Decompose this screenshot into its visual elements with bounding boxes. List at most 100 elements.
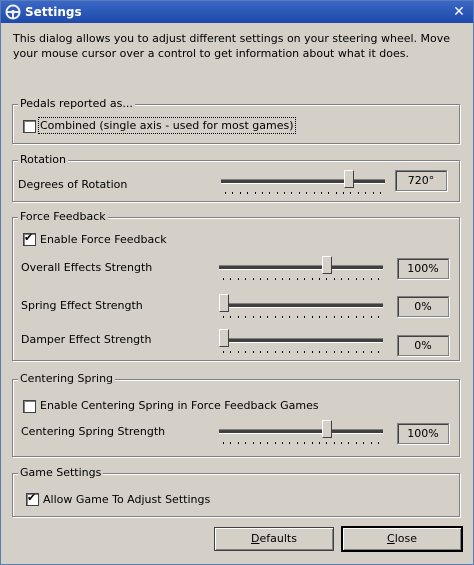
- slider-tick: [269, 192, 271, 194]
- slider-tick: [363, 278, 365, 280]
- slider-tick: [296, 442, 298, 444]
- slider-tick: [357, 192, 359, 194]
- slider-tick: [223, 316, 224, 318]
- slider-tick: [296, 316, 298, 318]
- enable-force-feedback-label[interactable]: Enable Force Feedback: [40, 233, 167, 246]
- slider-tick: [259, 351, 261, 353]
- force-feedback-group: Force Feedback ✔ Enable Force Feedback O…: [12, 210, 460, 361]
- spring-effect-strength-label: Spring Effect Strength: [21, 299, 143, 312]
- checkmark-icon: ✔: [27, 491, 37, 504]
- slider-tick: [318, 316, 320, 318]
- slider-tick: [348, 351, 350, 353]
- slider-tick: [333, 351, 335, 353]
- slider-tick: [370, 316, 372, 318]
- slider-tick: [348, 442, 350, 444]
- slider-tick: [311, 442, 313, 444]
- slider-tick: [296, 278, 298, 280]
- spring-effect-strength-slider[interactable]: [219, 293, 383, 319]
- combined-pedals-label[interactable]: Combined (single axis - used for most ga…: [38, 117, 296, 134]
- slider-tick: [230, 278, 232, 280]
- damper-effect-strength-slider[interactable]: [219, 328, 383, 354]
- slider-tick: [237, 316, 239, 318]
- slider-tick: [225, 192, 226, 194]
- slider-tick: [252, 351, 254, 353]
- close-icon[interactable]: ✕: [449, 3, 469, 21]
- slider-thumb[interactable]: [344, 170, 354, 192]
- damper-effect-strength-label: Damper Effect Strength: [21, 333, 152, 346]
- slider-tick: [326, 351, 328, 353]
- slider-tick: [370, 278, 372, 280]
- slider-ticks: [223, 351, 379, 355]
- defaults-button-label: Defaults: [251, 532, 297, 545]
- slider-tick: [370, 442, 372, 444]
- slider-tick: [232, 192, 234, 194]
- slider-ticks: [225, 192, 381, 196]
- allow-game-adjust-label[interactable]: Allow Game To Adjust Settings: [43, 493, 210, 506]
- enable-centering-spring-label[interactable]: Enable Centering Spring in Force Feedbac…: [40, 399, 319, 412]
- slider-tick: [237, 351, 239, 353]
- slider-tick: [363, 351, 365, 353]
- slider-tick: [223, 278, 224, 280]
- slider-thumb[interactable]: [322, 256, 332, 278]
- slider-tick: [276, 192, 278, 194]
- slider-tick: [335, 192, 337, 194]
- slider-tick: [341, 316, 342, 318]
- slider-tick: [223, 442, 224, 444]
- title-bar[interactable]: Settings ✕: [1, 1, 473, 23]
- slider-tick: [365, 192, 367, 194]
- slider-tick: [377, 316, 379, 318]
- slider-tick: [318, 278, 320, 280]
- centering-spring-strength-label: Centering Spring Strength: [21, 425, 166, 438]
- slider-thumb[interactable]: [219, 329, 229, 351]
- slider-tick: [298, 192, 300, 194]
- degrees-of-rotation-slider[interactable]: [221, 169, 385, 195]
- slider-tick: [267, 278, 269, 280]
- combined-pedals-checkbox[interactable]: [23, 120, 36, 133]
- pedals-group-title: Pedals reported as...: [18, 97, 135, 110]
- slider-tick: [261, 192, 263, 194]
- slider-tick: [247, 192, 249, 194]
- slider-tick: [259, 278, 261, 280]
- slider-tick: [370, 351, 372, 353]
- slider-track: [219, 338, 383, 343]
- slider-tick: [328, 192, 330, 194]
- degrees-of-rotation-value: 720°: [395, 170, 447, 191]
- steering-wheel-icon: [5, 4, 21, 20]
- slider-tick: [350, 192, 352, 194]
- slider-tick: [304, 278, 306, 280]
- close-button[interactable]: Close: [342, 527, 462, 551]
- slider-track: [221, 179, 385, 184]
- slider-tick: [304, 351, 306, 353]
- overall-effects-strength-label: Overall Effects Strength: [21, 261, 153, 274]
- slider-ticks: [223, 316, 379, 320]
- slider-tick: [254, 192, 256, 194]
- slider-tick: [274, 278, 276, 280]
- pedals-group: Pedals reported as... Combined (single a…: [12, 97, 460, 144]
- slider-tick: [304, 316, 306, 318]
- defaults-button[interactable]: Defaults: [214, 527, 334, 551]
- slider-tick: [282, 442, 283, 444]
- slider-tick: [363, 442, 365, 444]
- allow-game-adjust-checkbox[interactable]: ✔: [26, 491, 39, 506]
- slider-tick: [239, 192, 241, 194]
- centering-spring-strength-slider[interactable]: [219, 419, 383, 445]
- slider-thumb[interactable]: [322, 420, 332, 442]
- slider-tick: [237, 442, 239, 444]
- spring-effect-strength-value: 0%: [397, 296, 449, 317]
- slider-tick: [296, 351, 298, 353]
- slider-thumb[interactable]: [219, 294, 229, 316]
- slider-tick: [245, 278, 247, 280]
- slider-tick: [326, 278, 328, 280]
- slider-tick: [355, 316, 357, 318]
- slider-tick: [282, 278, 283, 280]
- slider-ticks: [223, 278, 379, 282]
- enable-force-feedback-checkbox[interactable]: ✔: [23, 231, 36, 246]
- slider-tick: [252, 278, 254, 280]
- slider-tick: [223, 351, 224, 353]
- game-settings-group-title: Game Settings: [18, 466, 104, 479]
- slider-tick: [306, 192, 308, 194]
- slider-tick: [282, 316, 283, 318]
- slider-tick: [282, 351, 283, 353]
- overall-effects-strength-slider[interactable]: [219, 255, 383, 281]
- enable-centering-spring-checkbox[interactable]: [23, 400, 36, 413]
